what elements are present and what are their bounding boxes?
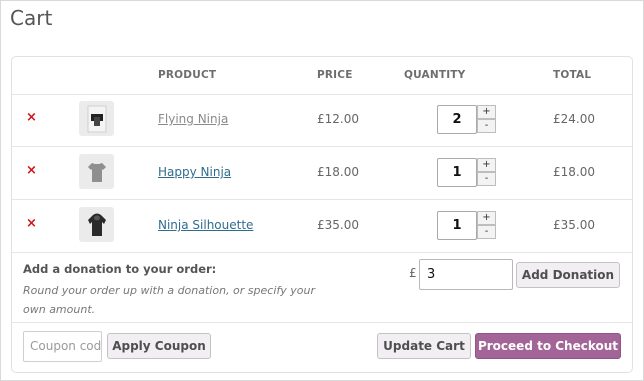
quantity-increment-button[interactable]: + (477, 158, 496, 172)
donation-description: Round your order up with a donation, or … (23, 284, 316, 316)
donation-title: Add a donation to your order: (23, 262, 217, 276)
header-product: PRODUCT (158, 69, 217, 81)
product-thumbnail[interactable] (79, 207, 114, 242)
coupon-code-input[interactable]: Coupon code (23, 331, 102, 362)
quantity-increment-button[interactable]: + (477, 211, 496, 225)
update-cart-button[interactable]: Update Cart (377, 333, 471, 359)
product-thumbnail[interactable] (79, 101, 114, 136)
header-total: TOTAL (553, 69, 592, 81)
quantity-input[interactable]: 2 (437, 105, 477, 134)
donation-amount-input[interactable]: 3 (419, 259, 513, 290)
line-total: £18.00 (553, 165, 595, 179)
product-link[interactable]: Happy Ninja (158, 165, 231, 179)
add-donation-button[interactable]: Add Donation (516, 262, 620, 288)
table-row: × Happy Ninja £18.00 1 + - £18.00 (12, 147, 632, 199)
quantity-increment-button[interactable]: + (477, 105, 496, 119)
product-link[interactable]: Flying Ninja (158, 112, 228, 126)
remove-item-button[interactable]: × (26, 217, 37, 231)
product-price: £18.00 (317, 165, 359, 179)
quantity-decrement-button[interactable]: - (477, 119, 496, 133)
page-title: Cart (10, 6, 53, 30)
header-quantity: QUANTITY (404, 69, 466, 81)
table-row: × Ninja Silhouette £35.00 1 + - £35.00 (12, 200, 632, 252)
header-price: PRICE (317, 69, 353, 81)
cart-table: PRODUCT PRICE QUANTITY TOTAL × Flying Ni… (11, 56, 633, 373)
hoodie-icon (87, 213, 106, 236)
currency-symbol: £ (409, 266, 417, 280)
divider (12, 322, 632, 323)
divider (12, 252, 632, 253)
quantity-input[interactable]: 1 (437, 211, 477, 240)
quantity-input[interactable]: 1 (437, 158, 477, 187)
quantity-decrement-button[interactable]: - (477, 225, 496, 239)
remove-item-button[interactable]: × (26, 111, 37, 125)
quantity-decrement-button[interactable]: - (477, 172, 496, 186)
line-total: £24.00 (553, 112, 595, 126)
product-thumbnail[interactable] (79, 154, 114, 189)
apply-coupon-button[interactable]: Apply Coupon (107, 333, 211, 359)
tshirt-icon (87, 162, 106, 182)
poster-icon (87, 105, 106, 132)
product-link[interactable]: Ninja Silhouette (158, 218, 253, 232)
remove-item-button[interactable]: × (26, 164, 37, 178)
product-price: £12.00 (317, 112, 359, 126)
table-row: × Flying Ninja £12.00 2 + - £24.00 (12, 94, 632, 146)
product-price: £35.00 (317, 218, 359, 232)
line-total: £35.00 (553, 218, 595, 232)
proceed-to-checkout-button[interactable]: Proceed to Checkout (475, 333, 621, 359)
